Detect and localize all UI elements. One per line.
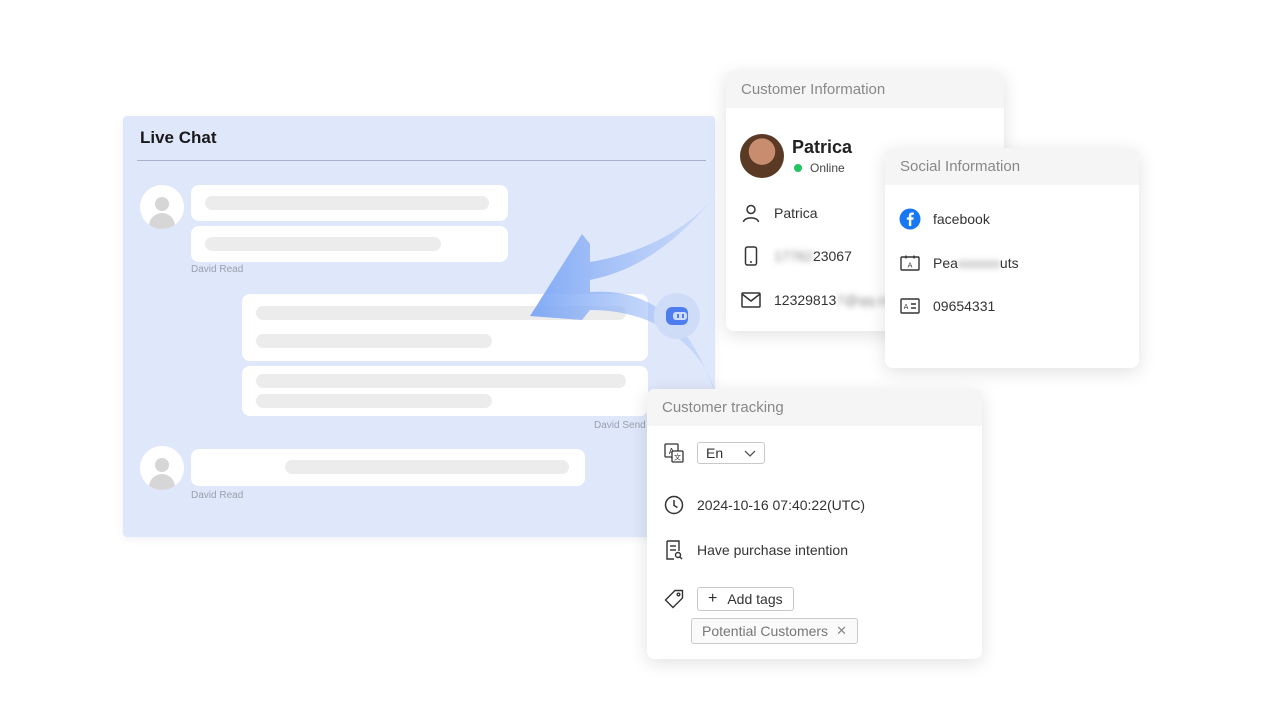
id-card-icon: A (899, 252, 921, 274)
document-icon (663, 539, 685, 561)
account-suffix: uts (999, 255, 1019, 271)
sender-name: David Send (594, 420, 646, 431)
facebook-icon (899, 208, 921, 230)
sender-name: David Read (191, 490, 244, 501)
add-tags-button[interactable]: + Add tags (697, 587, 794, 611)
mail-icon (740, 289, 762, 311)
message-bubble (191, 185, 508, 221)
intention-row: Have purchase intention (663, 539, 848, 561)
translate-icon: A 文 (663, 442, 685, 464)
close-icon[interactable]: ✕ (836, 623, 847, 639)
live-chat-title: Live Chat (140, 128, 217, 147)
online-dot-icon (794, 164, 802, 172)
timestamp-row: 2024-10-16 07:40:22(UTC) (663, 494, 865, 516)
user-icon (740, 202, 762, 224)
account-blurred: xxxxxx (957, 255, 1000, 271)
phone-visible: 23067 (812, 248, 852, 264)
tag-chip-label: Potential Customers (702, 623, 829, 639)
social-platform: facebook (933, 211, 990, 227)
sender-avatar (140, 185, 184, 229)
email-visible: 12329813 (774, 292, 837, 308)
language-value: En (706, 445, 724, 461)
social-information-header: Social Information (885, 148, 1139, 185)
phone-row: 17762 23067 (740, 245, 852, 267)
social-id-number: 09654331 (933, 298, 996, 314)
tag-icon (663, 588, 685, 610)
plus-icon: + (708, 590, 718, 607)
message-bubble (191, 449, 585, 486)
svg-text:文: 文 (674, 453, 681, 462)
social-account-row: A Pea xxxxxx uts (899, 252, 1019, 274)
customer-tracking-card: Customer tracking A 文 En 2024-10-16 07:4… (647, 389, 982, 659)
contact-name-row: Patrica (740, 202, 818, 224)
add-tags-label: Add tags (727, 591, 783, 607)
clock-icon (663, 494, 685, 516)
language-select[interactable]: En (697, 442, 765, 464)
purchase-intention: Have purchase intention (697, 542, 848, 558)
tag-chip[interactable]: Potential Customers ✕ (691, 618, 858, 644)
status-text: Online (810, 161, 845, 175)
phone-blurred: 17762 (774, 248, 813, 264)
language-row: A 文 En (663, 442, 765, 464)
customer-information-header: Customer Information (726, 71, 1004, 108)
contact-name: Patrica (774, 205, 818, 221)
bot-icon[interactable] (654, 293, 700, 339)
customer-tracking-header: Customer tracking (647, 389, 982, 426)
social-id-row: A 09654331 (899, 295, 995, 317)
sender-avatar (140, 446, 184, 490)
social-platform-row: facebook (899, 208, 990, 230)
phone-icon (740, 245, 762, 267)
tags-row: + Add tags (663, 587, 794, 611)
customer-avatar (740, 134, 784, 178)
chat-divider (137, 160, 706, 161)
svg-text:A: A (908, 262, 913, 270)
social-information-card: Social Information facebook A Pea xxxxxx… (885, 148, 1139, 368)
email-row: 12329813 7@qq.co (740, 289, 893, 311)
customer-name: Patrica (792, 137, 853, 157)
transfer-arrow-icon (530, 190, 720, 410)
contact-card-icon: A (899, 295, 921, 317)
status-badge: Online (794, 161, 845, 175)
account-prefix: Pea (933, 255, 958, 271)
sender-name: David Read (191, 264, 244, 275)
chevron-down-icon (744, 445, 756, 461)
timestamp: 2024-10-16 07:40:22(UTC) (697, 497, 866, 513)
message-bubble (191, 226, 508, 262)
svg-text:A: A (904, 303, 909, 311)
